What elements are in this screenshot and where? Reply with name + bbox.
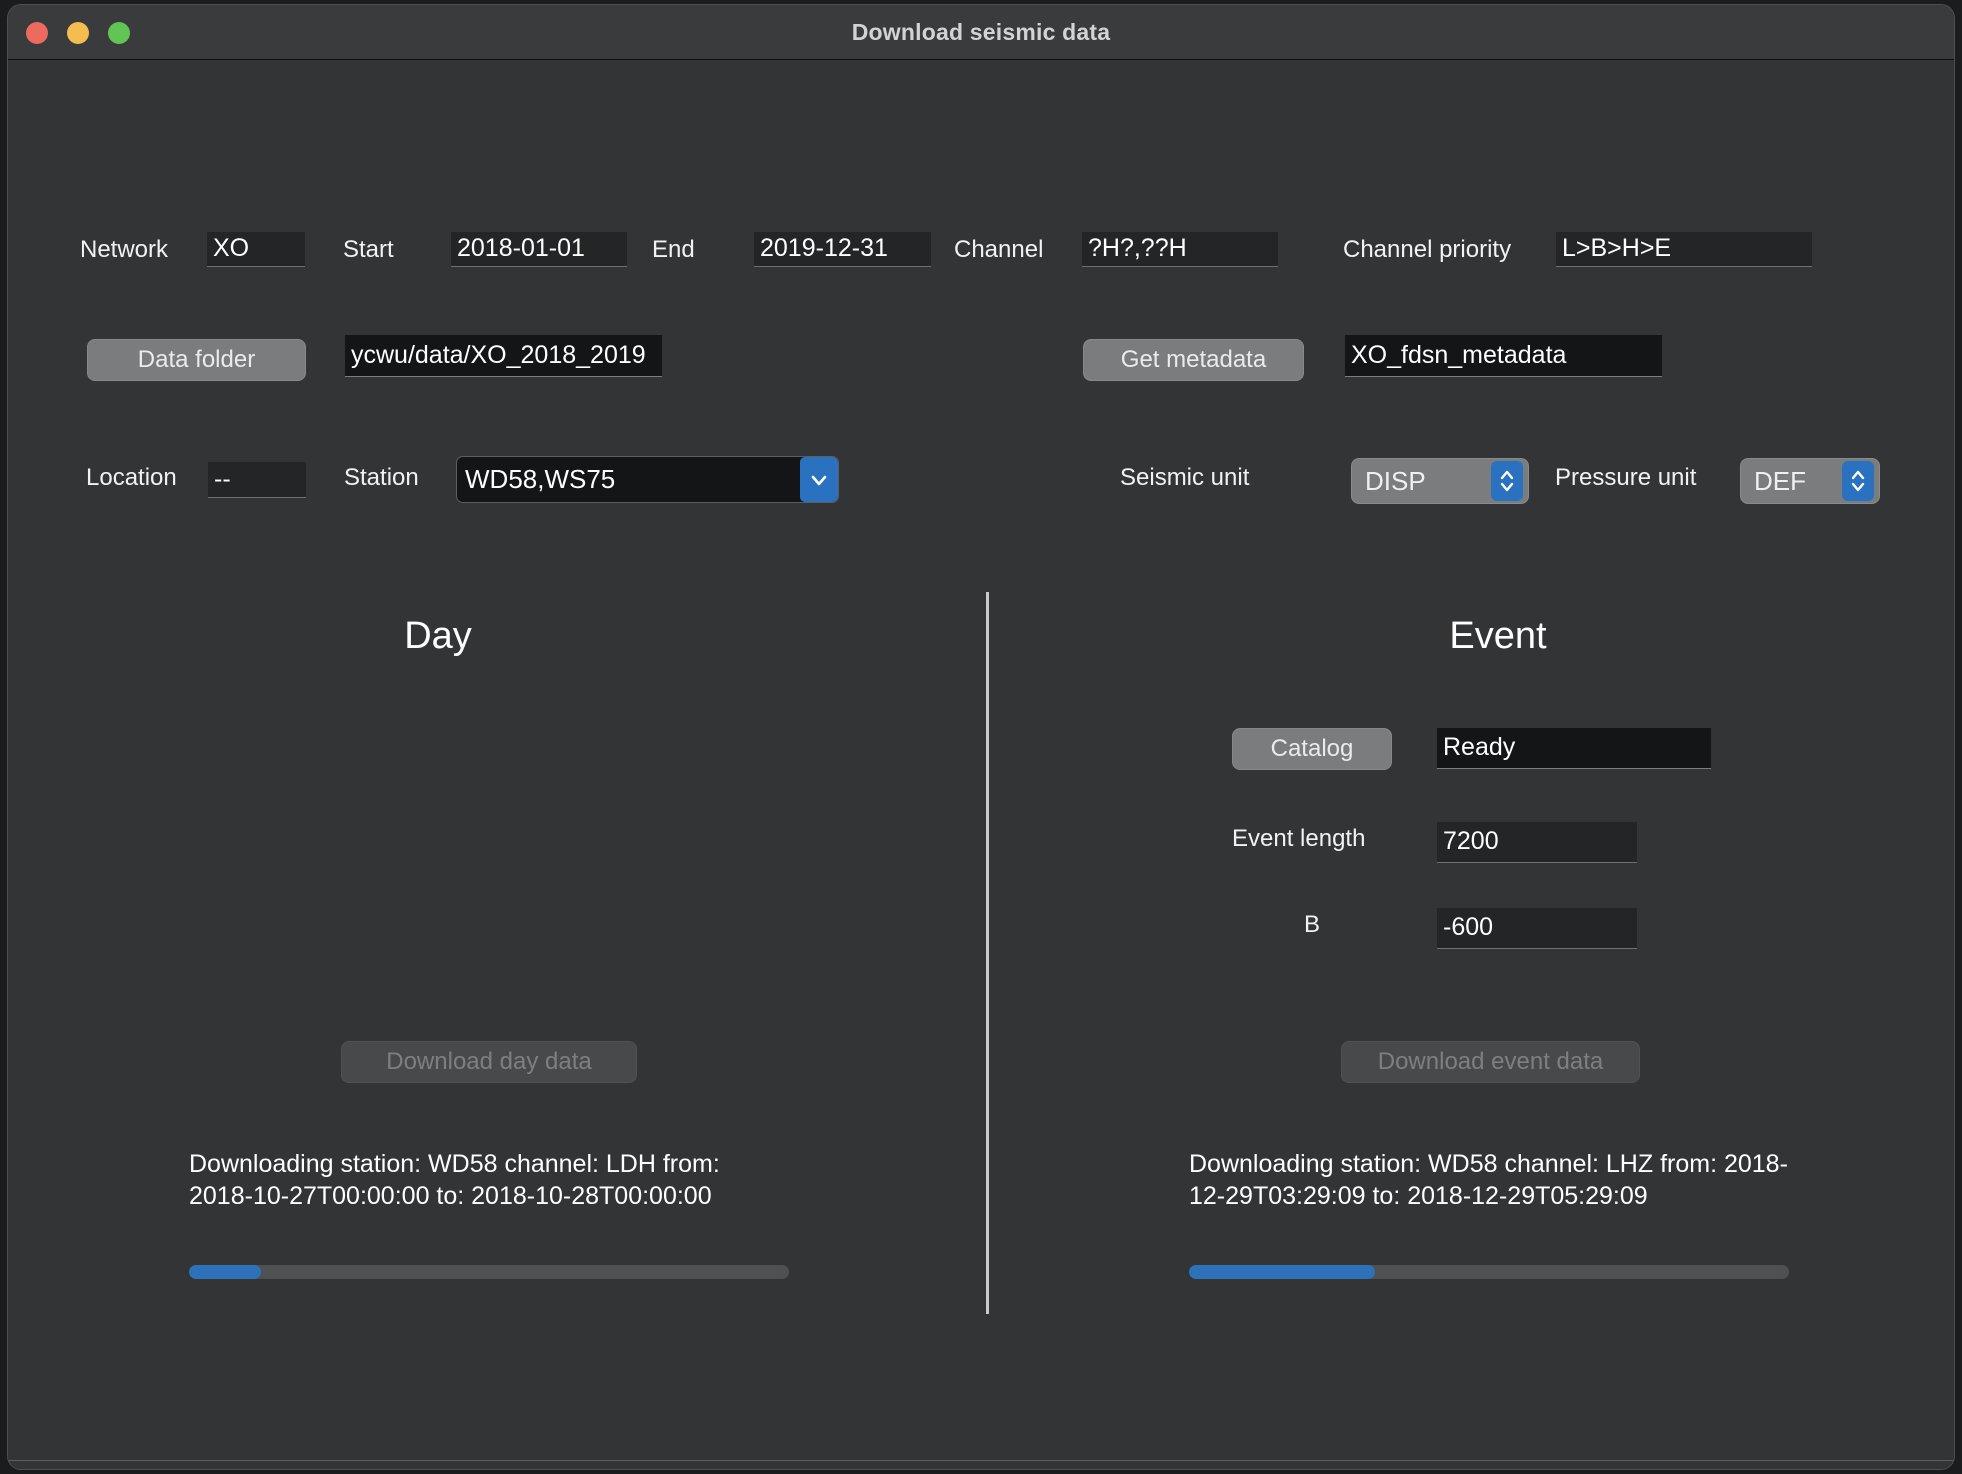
pressure-unit-select[interactable]: DEF bbox=[1740, 458, 1880, 504]
end-date-input[interactable] bbox=[754, 232, 931, 267]
data-folder-button[interactable]: Data folder bbox=[87, 339, 306, 381]
event-length-label: Event length bbox=[1232, 825, 1366, 852]
b-input[interactable] bbox=[1437, 908, 1637, 949]
event-progress-fill bbox=[1189, 1265, 1375, 1279]
seismic-unit-value: DISP bbox=[1365, 465, 1426, 496]
network-input[interactable] bbox=[207, 232, 305, 267]
seismic-unit-label: Seismic unit bbox=[1120, 464, 1250, 491]
day-download-status: Downloading station: WD58 channel: LDH f… bbox=[189, 1150, 720, 1210]
catalog-button[interactable]: Catalog bbox=[1232, 728, 1392, 770]
data-folder-input[interactable] bbox=[345, 335, 662, 377]
app-window: Download seismic data Network Start End … bbox=[7, 4, 1955, 1470]
download-day-data-button[interactable]: Download day data bbox=[341, 1041, 637, 1083]
main-content: Network Start End Channel Channel priori… bbox=[8, 60, 1954, 1469]
event-progress-bar bbox=[1189, 1265, 1789, 1279]
start-label: Start bbox=[343, 236, 394, 263]
station-label: Station bbox=[344, 464, 419, 491]
chevron-down-icon[interactable] bbox=[800, 457, 838, 502]
panel-divider bbox=[986, 592, 989, 1314]
end-label: End bbox=[652, 236, 695, 263]
seismic-unit-select[interactable]: DISP bbox=[1351, 458, 1529, 504]
get-metadata-button[interactable]: Get metadata bbox=[1083, 339, 1304, 381]
network-label: Network bbox=[80, 236, 169, 263]
station-combobox[interactable]: WD58,WS75 bbox=[456, 456, 839, 503]
day-progress-fill bbox=[189, 1265, 261, 1279]
catalog-status-input[interactable] bbox=[1437, 728, 1711, 769]
event-download-status: Downloading station: WD58 channel: LHZ f… bbox=[1189, 1150, 1788, 1210]
start-date-input[interactable] bbox=[451, 232, 627, 267]
station-value: WD58,WS75 bbox=[465, 464, 616, 494]
b-label: B bbox=[1304, 911, 1321, 938]
channel-label: Channel bbox=[954, 236, 1044, 263]
day-panel-title: Day bbox=[404, 615, 472, 657]
updown-chevron-icon[interactable] bbox=[1491, 461, 1523, 501]
updown-chevron-icon[interactable] bbox=[1842, 461, 1874, 501]
event-panel-title: Event bbox=[1449, 615, 1547, 657]
title-bar: Download seismic data bbox=[8, 5, 1954, 60]
channel-priority-label: Channel priority bbox=[1343, 236, 1512, 263]
bottom-separator bbox=[8, 1460, 1954, 1461]
metadata-filename-input[interactable] bbox=[1345, 335, 1662, 377]
day-progress-bar bbox=[189, 1265, 789, 1279]
location-label: Location bbox=[86, 464, 177, 491]
download-event-data-button[interactable]: Download event data bbox=[1341, 1041, 1640, 1083]
pressure-unit-value: DEF bbox=[1754, 465, 1806, 496]
channel-input[interactable] bbox=[1082, 232, 1278, 267]
event-length-input[interactable] bbox=[1437, 822, 1637, 863]
location-input[interactable] bbox=[208, 462, 306, 498]
pressure-unit-label: Pressure unit bbox=[1555, 464, 1697, 491]
channel-priority-input[interactable] bbox=[1556, 232, 1812, 267]
window-title: Download seismic data bbox=[851, 19, 1111, 45]
